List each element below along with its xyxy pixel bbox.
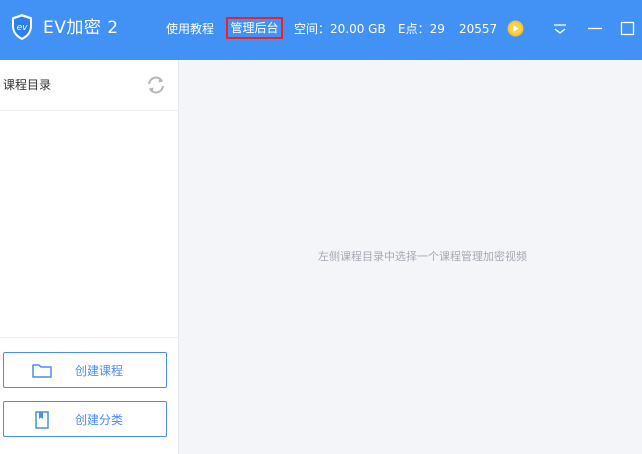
app-title: EV加密 2: [43, 18, 119, 38]
logo-text: ev: [17, 23, 29, 33]
create-course-button[interactable]: 创建课程: [3, 352, 167, 388]
main-content-area: 左侧课程目录中选择一个课程管理加密视频: [179, 60, 642, 454]
create-course-label: 创建课程: [75, 364, 124, 378]
app-window: ev EV加密 2 使用教程 管理后台 空间：20.00 GB E点：29 20…: [0, 0, 642, 454]
refresh-icon[interactable]: [145, 75, 167, 95]
nav-admin-link[interactable]: 管理后台: [226, 17, 283, 39]
create-category-label: 创建分类: [75, 413, 124, 427]
e-points-stat: E点：29: [398, 22, 445, 36]
maximize-icon[interactable]: [619, 18, 637, 38]
dropdown-menu-icon[interactable]: [551, 18, 569, 38]
nav-tutorial-link[interactable]: 使用教程: [166, 21, 214, 37]
course-sidebar: 课程目录 创建课程 创建分类: [0, 60, 179, 454]
title-bar: ev EV加密 2 使用教程 管理后台 空间：20.00 GB E点：29 20…: [0, 0, 642, 60]
coin-icon[interactable]: [507, 20, 524, 37]
minimize-icon[interactable]: [586, 18, 604, 38]
sidebar-header: 课程目录: [0, 60, 178, 111]
folder-icon: [32, 364, 52, 378]
sidebar-actions: 创建课程 创建分类: [0, 337, 178, 454]
book-icon: [35, 411, 49, 429]
empty-state-hint: 左侧课程目录中选择一个课程管理加密视频: [318, 250, 527, 263]
create-category-button[interactable]: 创建分类: [3, 401, 167, 437]
account-number-stat: 20557: [459, 22, 498, 36]
storage-space-stat: 空间：20.00 GB: [294, 22, 386, 36]
ev-shield-logo-icon: ev: [12, 14, 32, 40]
course-catalog-title: 课程目录: [3, 78, 52, 92]
